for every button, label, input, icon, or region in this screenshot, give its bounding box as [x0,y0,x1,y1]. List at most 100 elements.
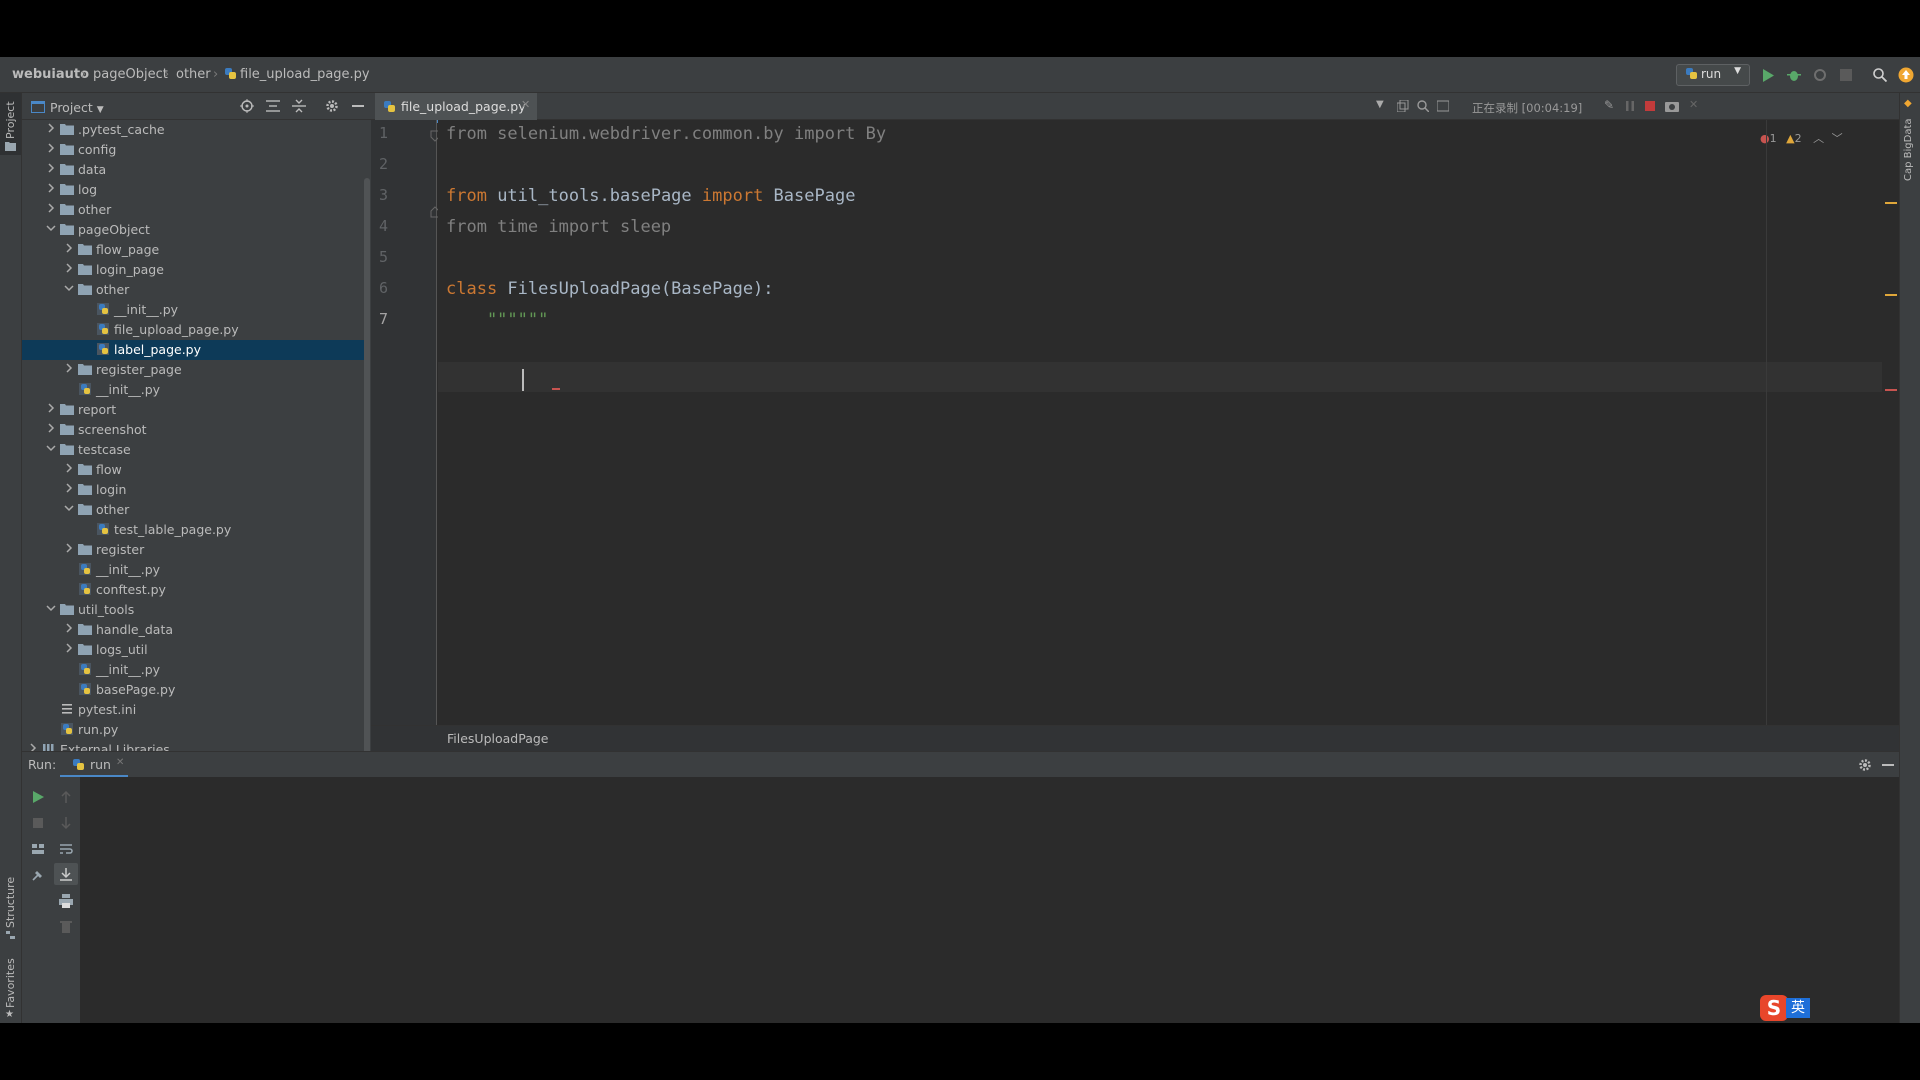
tree-item[interactable]: other [22,280,366,300]
chevron-down-icon[interactable] [46,443,56,453]
chevron-right-icon[interactable] [46,203,56,213]
close-icon[interactable]: ✕ [116,757,124,768]
warning-marker[interactable] [1885,294,1897,296]
chevron-right-icon[interactable] [46,403,56,413]
trash-icon[interactable] [58,919,74,935]
copy-icon[interactable] [1397,100,1409,112]
tree-item[interactable]: test_lable_page.py [22,520,366,540]
tree-item[interactable]: register [22,540,366,560]
tree-item[interactable]: __init__.py [22,660,366,680]
chevron-right-icon[interactable] [64,543,74,553]
tree-item[interactable]: report [22,400,366,420]
tab-file-upload-page[interactable]: file_upload_page.py ✕ [375,93,537,123]
tree-item[interactable]: config [22,140,366,160]
chevron-right-icon[interactable] [64,483,74,493]
project-scrollbar[interactable] [364,178,370,768]
tree-item[interactable]: __init__.py [22,560,366,580]
project-tool-button[interactable]: Project [0,93,21,155]
breadcrumb-project[interactable]: webuiauto [12,67,89,82]
minimize-icon[interactable] [352,105,364,107]
chevron-right-icon[interactable] [64,463,74,473]
tree-item[interactable]: file_upload_page.py [22,320,366,340]
close-icon[interactable]: ✕ [1689,98,1698,111]
bigdata-tool-label[interactable]: Cap BigData [1903,119,1914,182]
coverage-button[interactable] [1810,65,1830,85]
ime-indicator[interactable]: S 英 [1760,995,1812,1021]
tree-item[interactable]: other [22,200,366,220]
chevron-right-icon[interactable] [46,143,56,153]
tree-item[interactable]: testcase [22,440,366,460]
code-editor[interactable]: ●1 ▲2 ︿ ﹀ from selenium.webdriver.common… [438,120,1899,725]
chevron-down-icon[interactable] [64,503,74,513]
rerun-icon[interactable] [30,789,46,805]
record-stop-icon[interactable] [1645,101,1655,111]
run-console-output[interactable] [80,777,1899,1023]
tree-item[interactable]: other [22,500,366,520]
inspection-widget[interactable]: ●1 ▲2 ︿ ﹀ [1760,130,1843,146]
warning-marker[interactable] [1885,202,1897,204]
favorites-tool-button[interactable]: Favorites ★ [0,953,21,1023]
chevron-right-icon[interactable] [46,123,56,133]
zoom-icon[interactable] [1417,100,1429,112]
tree-item[interactable]: External Libraries [22,740,366,751]
run-tab[interactable]: run ✕ [60,752,128,778]
tree-item[interactable]: flow [22,460,366,480]
chevron-right-icon[interactable] [64,263,74,273]
breadcrumb-pageobject[interactable]: pageObject [93,67,168,82]
search-everywhere-button[interactable] [1870,65,1890,85]
chevron-right-icon[interactable] [46,423,56,433]
stop-icon[interactable] [30,815,46,831]
pencil-icon[interactable]: ✎ [1604,98,1614,112]
layout-icon[interactable] [30,841,46,857]
tree-item[interactable]: pageObject [22,220,366,240]
tree-item[interactable]: handle_data [22,620,366,640]
project-view-select[interactable]: Project ▼ [50,100,104,115]
tree-item[interactable]: logs_util [22,640,366,660]
editor-error-stripe[interactable] [1882,120,1899,725]
camera-icon[interactable] [1665,100,1679,112]
tree-item[interactable]: label_page.py [22,340,366,360]
tree-item[interactable]: data [22,160,366,180]
locate-icon[interactable] [240,99,254,113]
print-icon[interactable] [58,893,74,909]
chevron-down-icon[interactable] [46,223,56,233]
structure-tool-button[interactable]: Structure [0,873,21,943]
chevron-right-icon[interactable] [64,243,74,253]
scroll-to-end-button[interactable] [54,863,78,885]
collapse-all-icon[interactable] [292,99,306,113]
arrow-up-icon[interactable] [58,789,74,805]
chevron-up-icon[interactable]: ︿ [1813,132,1824,145]
arrow-down-icon[interactable] [58,815,74,831]
error-marker[interactable] [1885,389,1897,391]
chevron-right-icon[interactable] [64,643,74,653]
chevron-right-icon[interactable] [46,183,56,193]
tree-item[interactable]: log [22,180,366,200]
tree-item[interactable]: login [22,480,366,500]
tree-item[interactable]: .pytest_cache [22,120,366,140]
tree-item[interactable]: login_page [22,260,366,280]
run-configuration-select[interactable]: run ▼ [1676,64,1750,86]
chevron-right-icon[interactable] [46,163,56,173]
chevron-down-icon[interactable]: ﹀ [1832,132,1843,145]
tree-item[interactable]: conftest.py [22,580,366,600]
stop-button[interactable] [1836,65,1856,85]
gear-icon[interactable] [1858,758,1872,772]
tree-item[interactable]: register_page [22,360,366,380]
ide-update-button[interactable] [1896,65,1916,85]
tree-item[interactable]: __init__.py [22,300,366,320]
structure-breadcrumb-class[interactable]: FilesUploadPage [447,731,549,746]
pin-icon[interactable] [30,867,46,883]
run-button[interactable] [1758,65,1778,85]
tree-item[interactable]: screenshot [22,420,366,440]
gear-icon[interactable] [325,99,339,113]
chevron-down-icon[interactable] [64,283,74,293]
breadcrumb-other[interactable]: other [176,67,211,82]
screen-region-icon[interactable] [1437,100,1449,112]
tree-item[interactable]: run.py [22,720,366,740]
chevron-right-icon[interactable] [64,363,74,373]
breadcrumb-file[interactable]: file_upload_page.py [224,67,370,82]
expand-all-icon[interactable] [266,99,280,113]
chevron-down-icon[interactable]: ▼ [1376,99,1384,110]
debug-button[interactable] [1784,65,1804,85]
tree-item[interactable]: __init__.py [22,380,366,400]
